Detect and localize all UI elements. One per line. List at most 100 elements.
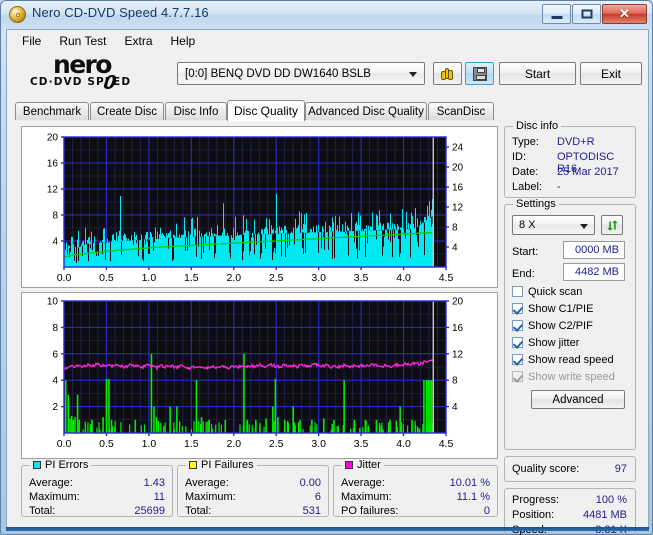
maximize-button[interactable] xyxy=(572,4,601,24)
client-area: File Run Test Extra Help nero CD·DVD SPE… xyxy=(6,29,649,535)
tab-benchmark[interactable]: Benchmark xyxy=(15,102,89,120)
label: Average: xyxy=(185,477,229,489)
value: 1.43 xyxy=(143,477,165,489)
value: 0 xyxy=(483,505,490,517)
disc-icon xyxy=(9,6,26,23)
svg-text:0.0: 0.0 xyxy=(57,272,72,284)
pi-failures-chart: 2 4 6 8 10 4 8 12 16 20 0.0 0.5 1.0 1.5 2.0 2.5 3.0 3.5 4.… xyxy=(21,292,498,459)
svg-text:20: 20 xyxy=(47,133,59,144)
svg-text:1.0: 1.0 xyxy=(142,272,157,284)
svg-text:1.0: 1.0 xyxy=(142,438,157,450)
checkbox-show-c1-pie[interactable]: Show C1/PIE xyxy=(512,301,593,316)
start-input[interactable]: 0000 MB xyxy=(563,241,625,259)
value: 0.00 xyxy=(299,477,321,489)
drive-select-value: [0:0] BENQ DVD DD DW1640 BSLB xyxy=(185,67,371,80)
minimize-button[interactable] xyxy=(542,4,571,24)
refresh-icon xyxy=(606,219,618,231)
speed-select[interactable]: 8 X xyxy=(512,215,595,235)
tab-disc-info[interactable]: Disc Info xyxy=(165,102,227,120)
checkbox-label: Show read speed xyxy=(528,353,614,366)
pi-errors-caption-label: PI Errors xyxy=(45,459,89,471)
label: PO failures: xyxy=(341,505,399,517)
logo-wordmark: nero xyxy=(53,50,112,79)
pi-errors-color-swatch xyxy=(33,461,41,469)
svg-text:8: 8 xyxy=(452,376,458,387)
checkbox-label: Show jitter xyxy=(528,336,580,349)
pi-errors-total: Total: 25699 xyxy=(29,505,165,520)
svg-text:8: 8 xyxy=(52,211,58,222)
checkbox-label: Show write speed xyxy=(528,370,615,383)
svg-text:16: 16 xyxy=(452,183,464,194)
disc-id-label: ID: xyxy=(512,151,527,163)
label: Total: xyxy=(29,505,56,517)
pi-failures-color-swatch xyxy=(189,461,197,469)
checkbox-quick-scan[interactable]: Quick scan xyxy=(512,284,582,299)
label: Maximum: xyxy=(29,491,80,503)
svg-text:20: 20 xyxy=(452,163,464,174)
quality-score-value: 97 xyxy=(614,463,627,475)
disc-date-label: Date: xyxy=(512,166,539,178)
settings-panel: Settings 8 X Start: 0000 MB End: 4482 MB… xyxy=(504,198,636,450)
value: 11.1 % xyxy=(456,491,490,503)
disc-type-value: DVD+R xyxy=(557,136,595,148)
tab-disc-quality[interactable]: Disc Quality xyxy=(227,100,305,121)
status-bar xyxy=(6,527,649,531)
jitter-color-swatch xyxy=(345,461,353,469)
tab-create-disc[interactable]: Create Disc xyxy=(90,102,164,120)
pi-errors-maximum: Maximum: 11 xyxy=(29,491,165,506)
title-bar: Nero CD-DVD Speed 4.7.7.16 ✕ xyxy=(1,1,652,29)
label: Total: xyxy=(185,505,212,517)
svg-text:4: 4 xyxy=(452,243,458,254)
pi-errors-chart-canvas: 4 8 12 16 20 4 8 12 16 20 24 0.0 0.5 1.0 1.5 2.0 2.5 3.0 3… xyxy=(22,127,497,287)
tab-advanced-disc-quality[interactable]: Advanced Disc Quality xyxy=(305,102,427,120)
pi-failures-maximum: Maximum: 6 xyxy=(185,491,321,506)
settings-caption: Settings xyxy=(513,198,559,210)
end-input[interactable]: 4482 MB xyxy=(563,263,625,281)
pi-failures-caption: PI Failures xyxy=(186,459,257,471)
disc-quality-panel: 4 8 12 16 20 4 8 12 16 20 24 0.0 0.5 1.0 1.5 2.0 2.5 3.0 3… xyxy=(15,120,642,535)
svg-text:4.0: 4.0 xyxy=(396,272,411,284)
svg-text:4.5: 4.5 xyxy=(439,272,454,284)
minimize-icon xyxy=(551,16,562,20)
progress-value: 100 % xyxy=(595,494,627,506)
speed-select-value: 8 X xyxy=(519,219,536,231)
checkbox-show-read-speed[interactable]: Show read speed xyxy=(512,352,614,367)
save-button[interactable] xyxy=(465,62,494,85)
exit-button[interactable]: Exit xyxy=(580,62,642,85)
start-button[interactable]: Start xyxy=(499,62,576,85)
svg-text:3.5: 3.5 xyxy=(354,438,369,450)
position-value: 4481 MB xyxy=(582,509,627,521)
drive-select[interactable]: [0:0] BENQ DVD DD DW1640 BSLB xyxy=(177,62,425,85)
checkbox-show-jitter[interactable]: Show jitter xyxy=(512,335,579,350)
svg-text:2.5: 2.5 xyxy=(269,272,284,284)
chevron-down-icon xyxy=(409,72,417,77)
disc-type-label: Type: xyxy=(512,136,539,148)
disc-info-caption: Disc info xyxy=(513,120,562,132)
progress-label: Progress: xyxy=(512,494,560,506)
checkbox-show-c2-pif[interactable]: Show C2/PIF xyxy=(512,318,593,333)
svg-text:2.0: 2.0 xyxy=(226,438,241,450)
disc-tools-button[interactable] xyxy=(433,62,462,85)
close-icon: ✕ xyxy=(619,6,630,21)
svg-text:4.5: 4.5 xyxy=(439,438,454,450)
close-button[interactable]: ✕ xyxy=(602,4,647,24)
checkbox-label: Show C2/PIF xyxy=(528,319,593,332)
checkbox-box xyxy=(512,354,523,365)
menu-file[interactable]: File xyxy=(13,31,50,51)
jitter-average: Average: 10.01 % xyxy=(341,477,490,492)
menu-extra[interactable]: Extra xyxy=(115,31,161,51)
start-label: Start: xyxy=(512,246,539,258)
svg-text:6: 6 xyxy=(52,349,58,360)
checkbox-label: Show C1/PIE xyxy=(528,302,594,315)
maximize-icon xyxy=(581,9,592,19)
pi-errors-chart: 4 8 12 16 20 4 8 12 16 20 24 0.0 0.5 1.0 1.5 2.0 2.5 3.0 3… xyxy=(21,126,498,288)
tab-scandisc[interactable]: ScanDisc xyxy=(428,102,494,120)
svg-text:3.0: 3.0 xyxy=(311,272,326,284)
label: Maximum: xyxy=(341,491,392,503)
menu-run-test[interactable]: Run Test xyxy=(50,31,115,51)
svg-text:2.0: 2.0 xyxy=(226,272,241,284)
advanced-button[interactable]: Advanced xyxy=(531,390,625,409)
menu-help[interactable]: Help xyxy=(162,31,205,51)
jitter-caption-label: Jitter xyxy=(357,459,381,471)
refresh-button[interactable] xyxy=(601,215,623,235)
